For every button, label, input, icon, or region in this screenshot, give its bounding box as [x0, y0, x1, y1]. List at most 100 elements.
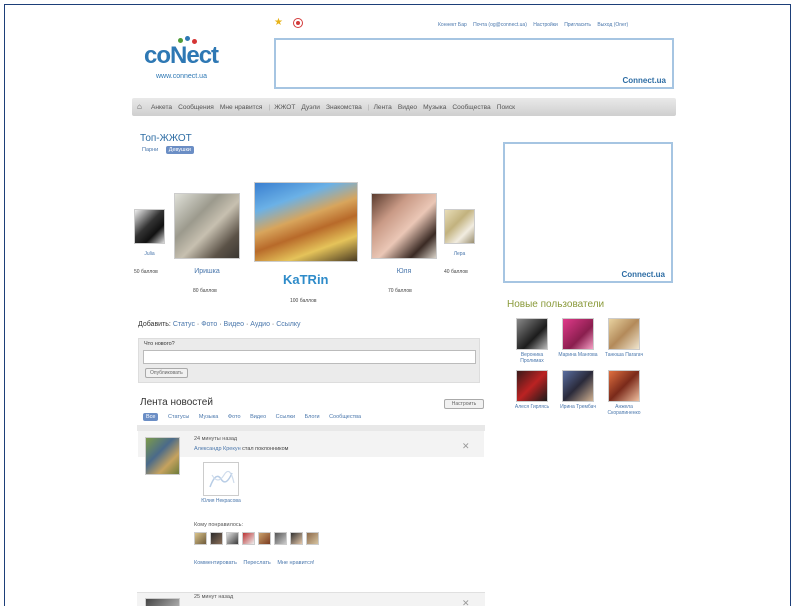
nav-item-dating[interactable]: Знакомства: [326, 104, 362, 111]
filter-statuses[interactable]: Статусы: [168, 414, 189, 420]
feed-item-2-avatar[interactable]: [145, 598, 180, 606]
filter-video[interactable]: Видео: [250, 414, 266, 420]
liked-label: Кому понравилось:: [194, 522, 244, 528]
new-user[interactable]: Анжела Скорапиненко: [601, 370, 647, 416]
link-logout[interactable]: Выход (Oner): [597, 22, 628, 28]
liked-avatar[interactable]: [274, 532, 287, 545]
feed-item-author[interactable]: Александр Крекун: [194, 446, 241, 452]
new-user-photo[interactable]: [516, 318, 548, 350]
top-photo-4[interactable]: [371, 193, 437, 259]
new-user-name[interactable]: Ирина Трембач: [555, 404, 601, 410]
link-invite[interactable]: Пригласить: [564, 22, 591, 28]
top-photo-2[interactable]: [174, 193, 240, 259]
new-user-name[interactable]: Анжела Скорапиненко: [601, 404, 647, 416]
top-name-1[interactable]: Julia: [134, 251, 165, 257]
filter-music[interactable]: Музыка: [199, 414, 218, 420]
new-user-photo[interactable]: [562, 370, 594, 402]
filter-links[interactable]: Ссылки: [276, 414, 295, 420]
link-connect-bar[interactable]: Коннект Бар: [438, 22, 467, 28]
add-photo-link[interactable]: Фото: [201, 321, 217, 328]
add-video-link[interactable]: Видео: [224, 321, 244, 328]
new-user[interactable]: Танюша Пагагач: [601, 318, 647, 364]
link-mail[interactable]: Почта (og@connect.ua): [473, 22, 527, 28]
new-user-photo[interactable]: [608, 370, 640, 402]
logo-figures-icon: [178, 36, 198, 50]
liked-avatar[interactable]: [226, 532, 239, 545]
top-title: Топ-ЖЖОТ: [140, 133, 192, 144]
close-icon[interactable]: ✕: [462, 441, 470, 452]
add-status-link[interactable]: Статус: [173, 321, 195, 328]
feed-item-time: 24 минуты назад: [194, 436, 238, 442]
connect-bar-icon[interactable]: [294, 19, 302, 27]
feed-target-name[interactable]: Юлия Некрасова: [197, 498, 245, 505]
feed-target-avatar[interactable]: [203, 462, 239, 496]
top-name-3[interactable]: KaTRin: [283, 272, 329, 287]
status-label: Что нового?: [144, 341, 175, 347]
banner-label: Connect.ua: [622, 76, 666, 85]
top-photo-3[interactable]: [254, 182, 358, 262]
new-user-photo[interactable]: [516, 370, 548, 402]
nav-item-likes[interactable]: Мне нравится: [220, 104, 263, 111]
new-users-title: Новые пользователи: [507, 299, 605, 310]
liked-avatar[interactable]: [290, 532, 303, 545]
sidebar-banner[interactable]: Connect.ua: [503, 142, 673, 283]
new-user[interactable]: Вероника Пролимах: [509, 318, 555, 364]
feed-item-avatar[interactable]: [145, 437, 180, 475]
status-input[interactable]: [143, 350, 476, 364]
new-user-photo[interactable]: [562, 318, 594, 350]
nav-item-duels[interactable]: Дуэли: [301, 104, 320, 111]
top-name-5[interactable]: Лера: [444, 251, 475, 257]
comment-link[interactable]: Комментировать: [194, 560, 237, 566]
close-icon[interactable]: ✕: [462, 598, 470, 606]
liked-avatar[interactable]: [210, 532, 223, 545]
add-audio-link[interactable]: Аудио: [250, 321, 270, 328]
tab-guys[interactable]: Парни: [142, 147, 158, 153]
link-settings[interactable]: Настройки: [533, 22, 558, 28]
share-link[interactable]: Переслать: [243, 560, 270, 566]
new-user-name[interactable]: Алеся Гирлясь: [509, 404, 555, 410]
filter-all[interactable]: Все: [143, 413, 159, 421]
nav-item-messages[interactable]: Сообщения: [178, 104, 214, 111]
nav-item-music[interactable]: Музыка: [423, 104, 446, 111]
top-photo-1[interactable]: [134, 209, 165, 244]
top-name-4[interactable]: Юля: [371, 268, 437, 275]
filter-communities[interactable]: Сообщества: [329, 414, 361, 420]
like-link[interactable]: Мне нравится!: [277, 560, 314, 566]
new-user[interactable]: Ирина Трембач: [555, 370, 601, 416]
nav-separator: |: [268, 103, 271, 111]
feed-settings-button[interactable]: Настроить: [444, 399, 484, 409]
new-user[interactable]: Марина Мангова: [555, 318, 601, 364]
add-link-link[interactable]: Ссылку: [276, 321, 300, 328]
top-name-2[interactable]: Иришка: [174, 268, 240, 275]
nav-item-feed[interactable]: Лента: [374, 104, 392, 111]
liked-avatar[interactable]: [194, 532, 207, 545]
liked-avatar[interactable]: [242, 532, 255, 545]
liked-avatar[interactable]: [306, 532, 319, 545]
main-nav: ⌂ Анкета Сообщения Мне нравится | ЖЖОТ Д…: [132, 98, 676, 116]
new-user-name[interactable]: Танюша Пагагач: [601, 352, 647, 358]
top-photo-5[interactable]: [444, 209, 475, 244]
nav-item-zhzhot[interactable]: ЖЖОТ: [274, 104, 295, 111]
header-banner[interactable]: Connect.ua: [274, 38, 674, 89]
new-user[interactable]: Алеся Гирлясь: [509, 370, 555, 416]
logo-url[interactable]: www.connect.ua: [156, 73, 207, 80]
placeholder-avatar-icon: [209, 470, 235, 488]
nav-item-video[interactable]: Видео: [398, 104, 417, 111]
liked-avatars: [194, 532, 319, 545]
publish-button[interactable]: Опубликовать: [145, 368, 188, 378]
new-user-name[interactable]: Вероника Пролимах: [509, 352, 555, 364]
new-user-photo[interactable]: [608, 318, 640, 350]
filter-photo[interactable]: Фото: [228, 414, 241, 420]
tab-girls[interactable]: Девушки: [165, 146, 194, 154]
feed-item-header: [138, 431, 484, 457]
nav-item-communities[interactable]: Сообщества: [452, 104, 490, 111]
nav-item-profile[interactable]: Анкета: [151, 104, 172, 111]
nav-item-search[interactable]: Поиск: [497, 104, 515, 111]
add-line: Добавить: Статус · Фото · Видео · Аудио …: [138, 321, 301, 328]
filter-blogs[interactable]: Блоги: [305, 414, 320, 420]
new-user-name[interactable]: Марина Мангова: [555, 352, 601, 358]
liked-avatar[interactable]: [258, 532, 271, 545]
feed-title: Лента новостей: [140, 397, 213, 408]
home-icon[interactable]: ⌂: [137, 103, 145, 111]
star-icon[interactable]: ★: [274, 18, 284, 28]
